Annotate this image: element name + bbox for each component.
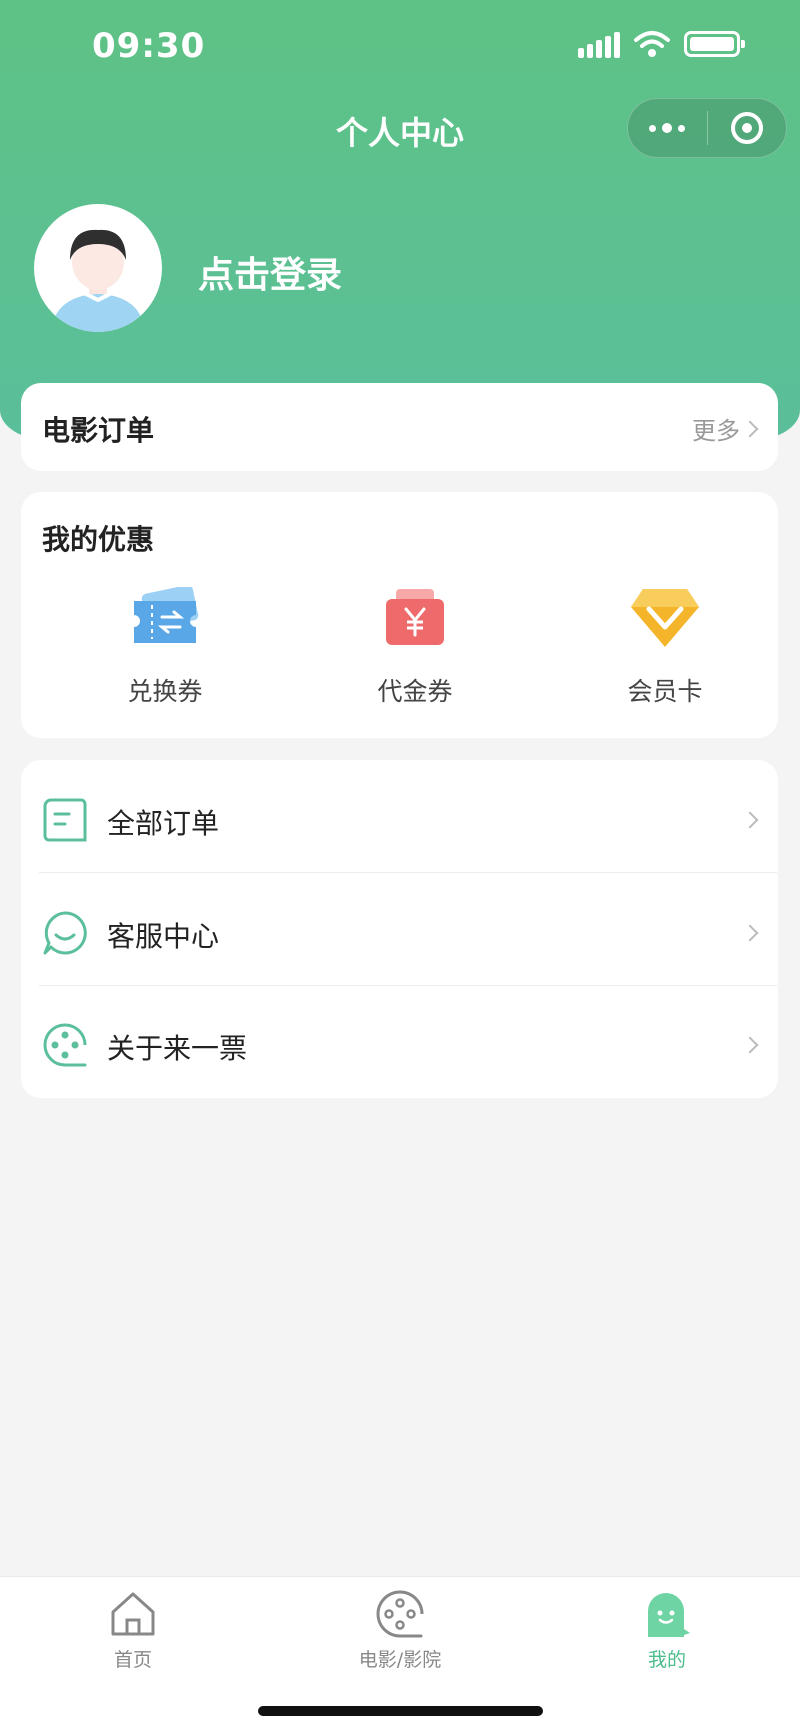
tab-label-movies: 电影/影院: [358, 1649, 442, 1671]
menu-item-about[interactable]: 关于来一票: [21, 989, 778, 1101]
exchange-ticket-icon: [134, 587, 199, 643]
more-button[interactable]: [628, 99, 707, 157]
film-reel-icon: [376, 1590, 424, 1638]
home-indicator: [258, 1706, 543, 1716]
default-avatar-icon: [54, 229, 142, 332]
about-film-icon: [43, 1023, 87, 1067]
wifi-icon: [634, 31, 670, 57]
profile-header: 09:30 个人中心 点击登录: [0, 0, 800, 440]
menu-item-all-orders[interactable]: 全部订单: [21, 764, 778, 876]
voucher-button[interactable]: 代金券: [325, 582, 505, 708]
customer-service-icon: [43, 911, 87, 955]
avatar[interactable]: [34, 204, 162, 332]
exchange-ticket-label: 兑换券: [127, 677, 203, 706]
vip-card-icon: [631, 589, 699, 647]
my-promotions-card: 我的优惠 兑换券 代金券 会员卡: [21, 492, 778, 738]
ghost-icon: [648, 1593, 690, 1637]
orders-icon: [43, 798, 87, 842]
movie-orders-card: 电影订单 更多: [21, 383, 778, 471]
status-time: 09:30: [92, 26, 206, 66]
menu-label-about: 关于来一票: [107, 1032, 248, 1065]
chevron-right-icon: [741, 1036, 759, 1054]
target-icon: [730, 112, 763, 144]
menu-label-all-orders: 全部订单: [107, 807, 220, 840]
login-link[interactable]: 点击登录: [198, 246, 342, 298]
more-label: 更多: [692, 417, 740, 445]
voucher-label: 代金券: [377, 677, 453, 706]
chevron-right-icon: [741, 924, 759, 942]
battery-icon: [684, 31, 745, 57]
menu-label-customer-service: 客服中心: [107, 920, 220, 953]
vip-card-label: 会员卡: [627, 677, 703, 706]
signal-icon: [578, 30, 620, 58]
more-orders-link[interactable]: 更多: [692, 411, 759, 446]
menu-item-customer-service[interactable]: 客服中心: [21, 877, 778, 989]
divider: [39, 872, 777, 873]
exchange-ticket-button[interactable]: 兑换券: [75, 582, 255, 708]
movie-orders-title: 电影订单: [42, 414, 155, 447]
chevron-right-icon: [741, 811, 759, 829]
chevron-right-icon: [741, 420, 759, 437]
close-button[interactable]: [708, 99, 787, 157]
voucher-yen-icon: [386, 589, 444, 645]
divider: [39, 985, 777, 986]
home-icon: [111, 1592, 155, 1636]
tab-label-home: 首页: [113, 1649, 152, 1671]
vip-card-button[interactable]: 会员卡: [575, 582, 755, 708]
menu-list-card: 全部订单 客服中心 关于来一票: [21, 760, 778, 1098]
tab-mine[interactable]: 我的: [587, 1587, 747, 1672]
more-dots-icon: [649, 123, 686, 133]
tab-label-mine: 我的: [647, 1649, 686, 1671]
tab-home[interactable]: 首页: [53, 1587, 213, 1672]
mini-program-capsule: [627, 98, 787, 158]
tab-movies-cinemas[interactable]: 电影/影院: [320, 1587, 480, 1672]
status-icons: [578, 30, 745, 58]
promotions-title: 我的优惠: [42, 523, 155, 556]
